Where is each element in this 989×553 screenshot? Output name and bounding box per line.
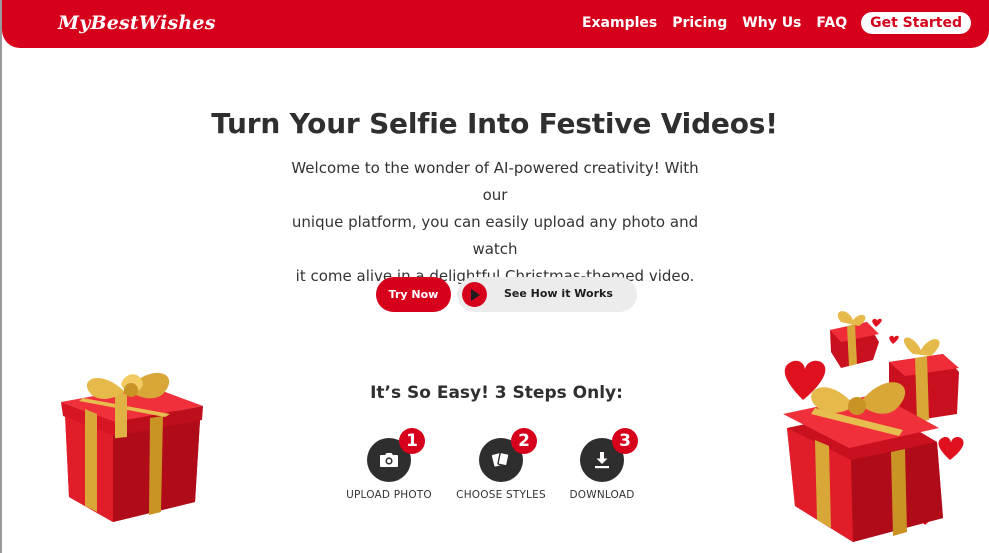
- hero-description: Welcome to the wonder of AI-powered crea…: [279, 155, 711, 290]
- nav-link-why-us[interactable]: Why Us: [742, 15, 801, 31]
- step-number-badge: 1: [399, 428, 425, 454]
- step-label: UPLOAD PHOTO: [346, 489, 432, 501]
- page-edge: [0, 0, 2, 553]
- top-navbar: MyBestWishes Examples Pricing Why Us FAQ…: [2, 0, 989, 48]
- play-icon: [462, 282, 487, 307]
- step-number-badge: 2: [511, 428, 537, 454]
- brand-logo[interactable]: MyBestWishes: [58, 12, 216, 34]
- step-number-badge: 3: [612, 428, 638, 454]
- step-label: DOWNLOAD: [569, 489, 635, 501]
- gift-box-illustration: [61, 372, 203, 522]
- step-upload-photo: 1 UPLOAD PHOTO: [324, 428, 454, 508]
- hero-description-line: unique platform, you can easily upload a…: [291, 213, 699, 258]
- hero-description-line: Welcome to the wonder of AI-powered crea…: [291, 159, 699, 204]
- try-now-button[interactable]: Try Now: [376, 277, 451, 312]
- nav-link-faq[interactable]: FAQ: [816, 15, 847, 31]
- hero-title: Turn Your Selfie Into Festive Videos!: [211, 107, 778, 140]
- see-how-it-works-label: See How it Works: [504, 287, 613, 300]
- step-download: 3 DOWNLOAD: [537, 428, 667, 508]
- see-how-it-works-button[interactable]: See How it Works: [457, 277, 637, 312]
- main-nav: Examples Pricing Why Us FAQ Get Started: [567, 12, 971, 34]
- nav-link-pricing[interactable]: Pricing: [672, 15, 727, 31]
- gift-boxes-with-hearts-illustration: [783, 311, 964, 542]
- nav-link-examples[interactable]: Examples: [582, 15, 657, 31]
- get-started-button[interactable]: Get Started: [861, 12, 971, 34]
